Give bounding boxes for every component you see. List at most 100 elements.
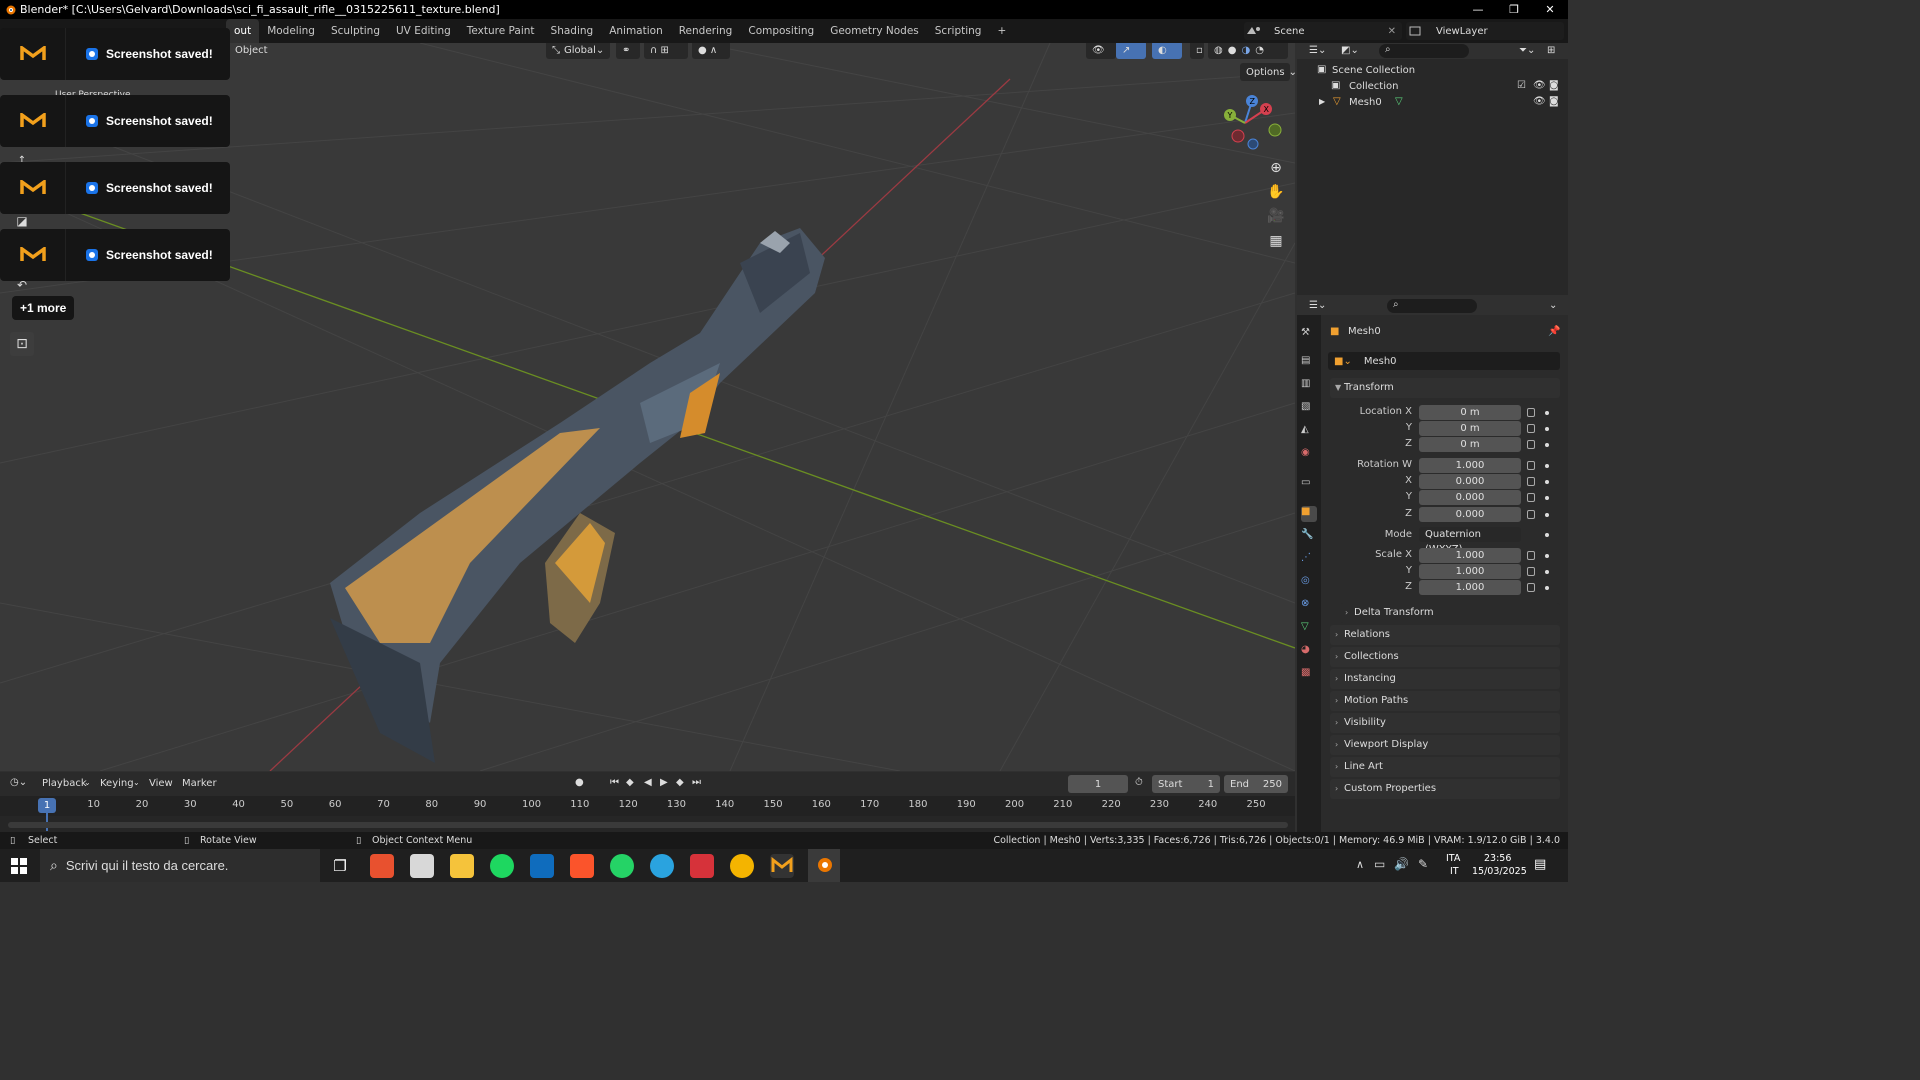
editor-type-icon[interactable]: ◷⌄ bbox=[10, 777, 27, 788]
add-cube-tool-icon[interactable]: ⊡ bbox=[10, 332, 34, 356]
keyframe-dot-icon[interactable] bbox=[1545, 554, 1549, 558]
relations-panel-header[interactable]: › Relations bbox=[1330, 625, 1560, 645]
instancing-panel-header[interactable]: › Instancing bbox=[1330, 669, 1560, 689]
viewlayer-selector[interactable]: ViewLayer bbox=[1406, 22, 1564, 40]
mesh-data-icon[interactable]: ▽ bbox=[1395, 96, 1403, 107]
tab-geometry-nodes[interactable]: Geometry Nodes bbox=[822, 19, 927, 43]
telegram-icon[interactable] bbox=[650, 854, 674, 878]
lock-icon[interactable] bbox=[1527, 440, 1535, 449]
clock-time[interactable]: 23:56 bbox=[1484, 853, 1511, 864]
pen-icon[interactable]: ✎ bbox=[1418, 857, 1428, 871]
prev-keyframe-icon[interactable]: ◆ bbox=[626, 777, 634, 788]
tab-modeling[interactable]: Modeling bbox=[259, 19, 323, 43]
transform-panel-header[interactable]: ▼ Transform bbox=[1330, 378, 1560, 398]
chevron-down-icon[interactable]: ⌄ bbox=[1549, 300, 1557, 311]
file-explorer-icon[interactable] bbox=[450, 854, 474, 878]
outliner-mesh-object[interactable]: ▶ ▽ Mesh0 ▽ 👁 ◙ bbox=[1297, 95, 1568, 111]
tab-scripting[interactable]: Scripting bbox=[927, 19, 990, 43]
gizmo-neg-z-icon[interactable] bbox=[1247, 138, 1259, 150]
clock-date[interactable]: 15/03/2025 bbox=[1472, 866, 1527, 877]
view-layer-tab-icon[interactable]: ▧ bbox=[1301, 401, 1317, 417]
pan-hand-icon[interactable]: ✋ bbox=[1264, 180, 1288, 204]
output-tab-icon[interactable]: ▥ bbox=[1301, 378, 1317, 394]
navigation-gizmo[interactable]: Z X Y bbox=[1220, 91, 1282, 153]
lock-icon[interactable] bbox=[1527, 583, 1535, 592]
visibility-dropdown[interactable]: 👁 bbox=[1086, 43, 1116, 59]
chrome-icon[interactable] bbox=[730, 854, 754, 878]
tab-shading[interactable]: Shading bbox=[543, 19, 602, 43]
dts-app-icon[interactable] bbox=[370, 854, 394, 878]
rotation-x-field[interactable]: 0.000 bbox=[1419, 474, 1521, 489]
blender-taskbar-icon[interactable] bbox=[808, 849, 840, 882]
collection-tab-icon[interactable]: ▭ bbox=[1301, 477, 1317, 493]
minimize-button[interactable]: — bbox=[1460, 0, 1496, 19]
location-y-field[interactable]: 0 m bbox=[1419, 421, 1521, 436]
outliner[interactable]: ☰⌄ ◩⌄ ⌕ ⏷⌄ ⊞ ▣ Scene Collection ▣ Collec… bbox=[1297, 43, 1568, 295]
marker-menu[interactable]: Marker bbox=[182, 778, 217, 789]
zoom-icon[interactable]: ⊕ bbox=[1264, 156, 1288, 180]
outliner-collection[interactable]: ▣ Collection ☑ 👁 ◙ bbox=[1297, 79, 1568, 95]
keyframe-dot-icon[interactable] bbox=[1545, 586, 1549, 590]
add-workspace-button[interactable]: + bbox=[989, 19, 1014, 43]
camera-view-icon[interactable]: 🎥 bbox=[1264, 204, 1288, 228]
filter-icon[interactable]: ⏷⌄ bbox=[1519, 45, 1535, 56]
lock-icon[interactable] bbox=[1527, 477, 1535, 486]
gizmo-neg-y-icon[interactable] bbox=[1268, 123, 1282, 137]
volume-icon[interactable]: 🔊 bbox=[1394, 857, 1409, 871]
toast-notification[interactable]: Screenshot saved! bbox=[0, 95, 230, 147]
language-code[interactable]: ITA bbox=[1446, 853, 1460, 864]
lock-icon[interactable] bbox=[1527, 408, 1535, 417]
brave-browser-icon[interactable] bbox=[570, 854, 594, 878]
object-name-field[interactable]: ■⌄ Mesh0 bbox=[1328, 352, 1560, 370]
tray-arrow-icon[interactable]: ∧ bbox=[1356, 858, 1364, 871]
scene-tab-icon[interactable]: ◭ bbox=[1301, 424, 1317, 440]
eye-icon[interactable]: 👁 bbox=[1533, 80, 1546, 91]
keying-menu[interactable]: Keying bbox=[100, 778, 134, 789]
3d-viewport[interactable]: Object User Perspective ⤡ Global ⌄ ⚭ ∩ ⊞… bbox=[0, 43, 1295, 771]
current-frame-field[interactable]: 1 bbox=[1068, 775, 1128, 793]
taskbar-search-input[interactable]: ⌕ Scrivi qui il testo da cercare. bbox=[40, 849, 320, 882]
outlook-icon[interactable] bbox=[530, 854, 554, 878]
viewport-display-panel-header[interactable]: › Viewport Display bbox=[1330, 735, 1560, 755]
mode-label[interactable]: Object bbox=[235, 45, 268, 56]
motion-paths-panel-header[interactable]: › Motion Paths bbox=[1330, 691, 1560, 711]
constraints-tab-icon[interactable]: ⊗ bbox=[1301, 598, 1317, 614]
lock-icon[interactable] bbox=[1527, 510, 1535, 519]
options-dropdown[interactable]: Options ⌄ bbox=[1240, 63, 1295, 81]
scale-x-field[interactable]: 1.000 bbox=[1419, 548, 1521, 563]
keyframe-dot-icon[interactable] bbox=[1545, 443, 1549, 447]
solid-shading-icon[interactable]: ● bbox=[1228, 45, 1237, 56]
clock-icon[interactable]: ⏱ bbox=[1135, 777, 1143, 788]
scene-selector[interactable]: Scene ✕ bbox=[1244, 22, 1402, 40]
more-notifications-badge[interactable]: +1 more bbox=[12, 296, 75, 320]
keyframe-dot-icon[interactable] bbox=[1545, 464, 1549, 468]
pin-icon[interactable]: 📌 bbox=[1548, 326, 1560, 337]
playback-menu[interactable]: Playback bbox=[42, 778, 87, 789]
perspective-grid-icon[interactable]: ▦ bbox=[1264, 229, 1288, 253]
overlay-toggle[interactable]: ◐ bbox=[1152, 43, 1182, 59]
scale-z-field[interactable]: 1.000 bbox=[1419, 580, 1521, 595]
toast-notification[interactable]: Screenshot saved! bbox=[0, 28, 230, 80]
eye-icon[interactable]: 👁 bbox=[1533, 96, 1546, 107]
tab-animation[interactable]: Animation bbox=[601, 19, 671, 43]
xray-toggle[interactable]: ▫ bbox=[1190, 43, 1204, 59]
end-frame-field[interactable]: End 250 bbox=[1224, 775, 1288, 793]
keyframe-dot-icon[interactable] bbox=[1545, 496, 1549, 500]
scale-y-field[interactable]: 1.000 bbox=[1419, 564, 1521, 579]
world-tab-icon[interactable]: ◉ bbox=[1301, 447, 1317, 463]
view-menu[interactable]: View bbox=[149, 778, 173, 789]
screenshot-app-icon[interactable] bbox=[770, 854, 794, 878]
expand-arrow-icon[interactable]: ▶ bbox=[1319, 97, 1325, 106]
lock-icon[interactable] bbox=[1527, 424, 1535, 433]
windows-start-icon[interactable] bbox=[11, 858, 27, 874]
timeline-editor[interactable]: ◷⌄ Playback ⌄ Keying ⌄ View Marker ● ⏮ ◆… bbox=[0, 772, 1295, 832]
proportional-edit-toggle[interactable]: ● ∧ bbox=[692, 43, 730, 59]
lock-icon[interactable] bbox=[1527, 461, 1535, 470]
tab-rendering[interactable]: Rendering bbox=[671, 19, 741, 43]
keyboard-layout[interactable]: IT bbox=[1450, 866, 1459, 877]
jump-start-icon[interactable]: ⏮ bbox=[610, 777, 619, 788]
rotation-mode-dropdown[interactable]: Quaternion (WXYZ)⌄ bbox=[1419, 527, 1521, 555]
collections-panel-header[interactable]: › Collections bbox=[1330, 647, 1560, 667]
gizmo-neg-x-icon[interactable] bbox=[1231, 129, 1245, 143]
object-tab-icon[interactable]: ■ bbox=[1301, 506, 1317, 522]
